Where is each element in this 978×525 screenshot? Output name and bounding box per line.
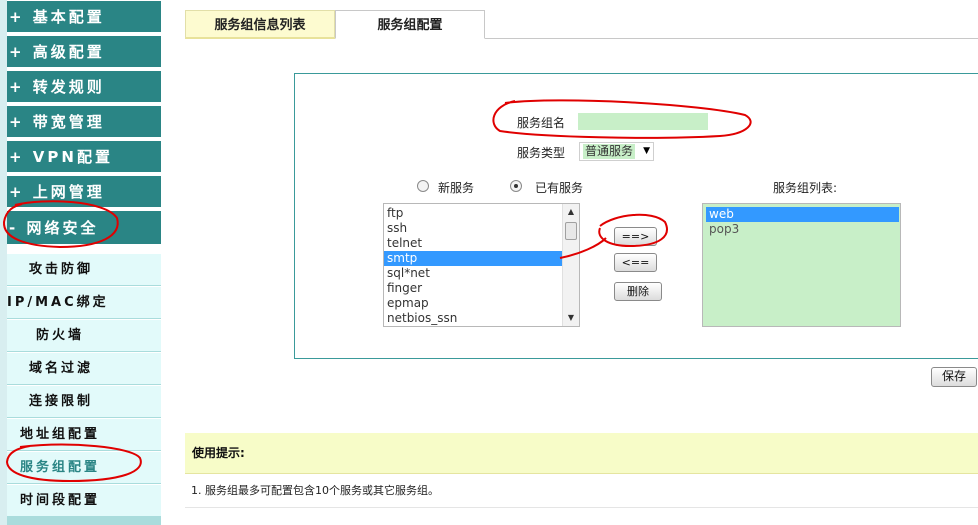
menu-advanced-config[interactable]: + 高级配置 [7, 36, 161, 69]
submenu-ip-mac-binding[interactable]: IP/MAC绑定 [7, 287, 161, 319]
submenu-connection-limit[interactable]: 连接限制 [7, 386, 161, 418]
scroll-up-icon[interactable]: ▲ [563, 204, 579, 220]
scroll-thumb[interactable] [565, 222, 577, 240]
delete-button[interactable]: 删除 [614, 282, 662, 301]
tab-service-group-config[interactable]: 服务组配置 [335, 10, 485, 39]
tips-title: 使用提示: [185, 433, 978, 473]
list-item[interactable]: telnet [384, 236, 563, 251]
tab-service-group-list[interactable]: 服务组信息列表 [185, 10, 335, 39]
list-item[interactable]: finger [384, 281, 563, 296]
list-item[interactable]: ftp [384, 206, 563, 221]
menu-forwarding-rules[interactable]: + 转发规则 [7, 71, 161, 104]
submenu-attack-defense[interactable]: 攻击防御 [7, 254, 161, 286]
list-item[interactable]: pop3 [706, 222, 899, 237]
submenu-time-period[interactable]: 时间段配置 [7, 485, 161, 517]
submenu-service-group[interactable]: 服务组配置 [7, 452, 161, 484]
menu-network-security[interactable]: - 网络安全 [7, 211, 161, 246]
available-services-list[interactable]: ftp ssh telnet smtp sql*net finger epmap… [383, 203, 580, 327]
remove-from-group-button[interactable]: <== [614, 253, 657, 272]
submenu-address-group[interactable]: 地址组配置 [7, 419, 161, 451]
list-scrollbar[interactable]: ▲ ▼ [562, 204, 579, 326]
group-name-input[interactable] [578, 113, 708, 130]
radio-new-service[interactable] [417, 180, 429, 192]
sidebar: + 基本配置 + 高级配置 + 转发规则 + 带宽管理 + VPN配置 + 上网… [0, 0, 161, 525]
sidebar-footer-bar [7, 517, 161, 525]
service-type-select[interactable]: 普通服务 ▼ [579, 142, 654, 161]
service-type-value: 普通服务 [583, 144, 636, 159]
list-item-selected[interactable]: web [706, 207, 899, 222]
list-item[interactable]: netbios_ssn [384, 311, 563, 326]
radio-existing-service-label: 已有服务 [535, 181, 584, 195]
radio-existing-service[interactable] [510, 180, 522, 192]
submenu-domain-filter[interactable]: 域名过滤 [7, 353, 161, 385]
sidebar-strip [0, 0, 7, 525]
submenu-firewall[interactable]: 防火墙 [7, 320, 161, 352]
radio-new-service-label: 新服务 [438, 181, 475, 195]
group-services-list[interactable]: web pop3 [702, 203, 901, 327]
menu-internet-mgmt[interactable]: + 上网管理 [7, 176, 161, 209]
service-type-label: 服务类型 [517, 146, 566, 160]
save-button[interactable]: 保存 [931, 367, 977, 387]
list-item[interactable]: epmap [384, 296, 563, 311]
scroll-down-icon[interactable]: ▼ [563, 310, 579, 326]
menu-basic-config[interactable]: + 基本配置 [7, 1, 161, 34]
group-list-label: 服务组列表: [773, 181, 838, 195]
menu-vpn-config[interactable]: + VPN配置 [7, 141, 161, 174]
chevron-down-icon: ▼ [643, 146, 650, 156]
tips-item: 1. 服务组最多可配置包含10个服务或其它服务组。 [185, 473, 978, 508]
group-name-label: 服务组名 [517, 116, 566, 130]
menu-bandwidth[interactable]: + 带宽管理 [7, 106, 161, 139]
add-to-group-button[interactable]: ==> [614, 227, 657, 246]
list-item[interactable]: ssh [384, 221, 563, 236]
list-item[interactable]: sql*net [384, 266, 563, 281]
list-item-selected[interactable]: smtp [384, 251, 563, 266]
